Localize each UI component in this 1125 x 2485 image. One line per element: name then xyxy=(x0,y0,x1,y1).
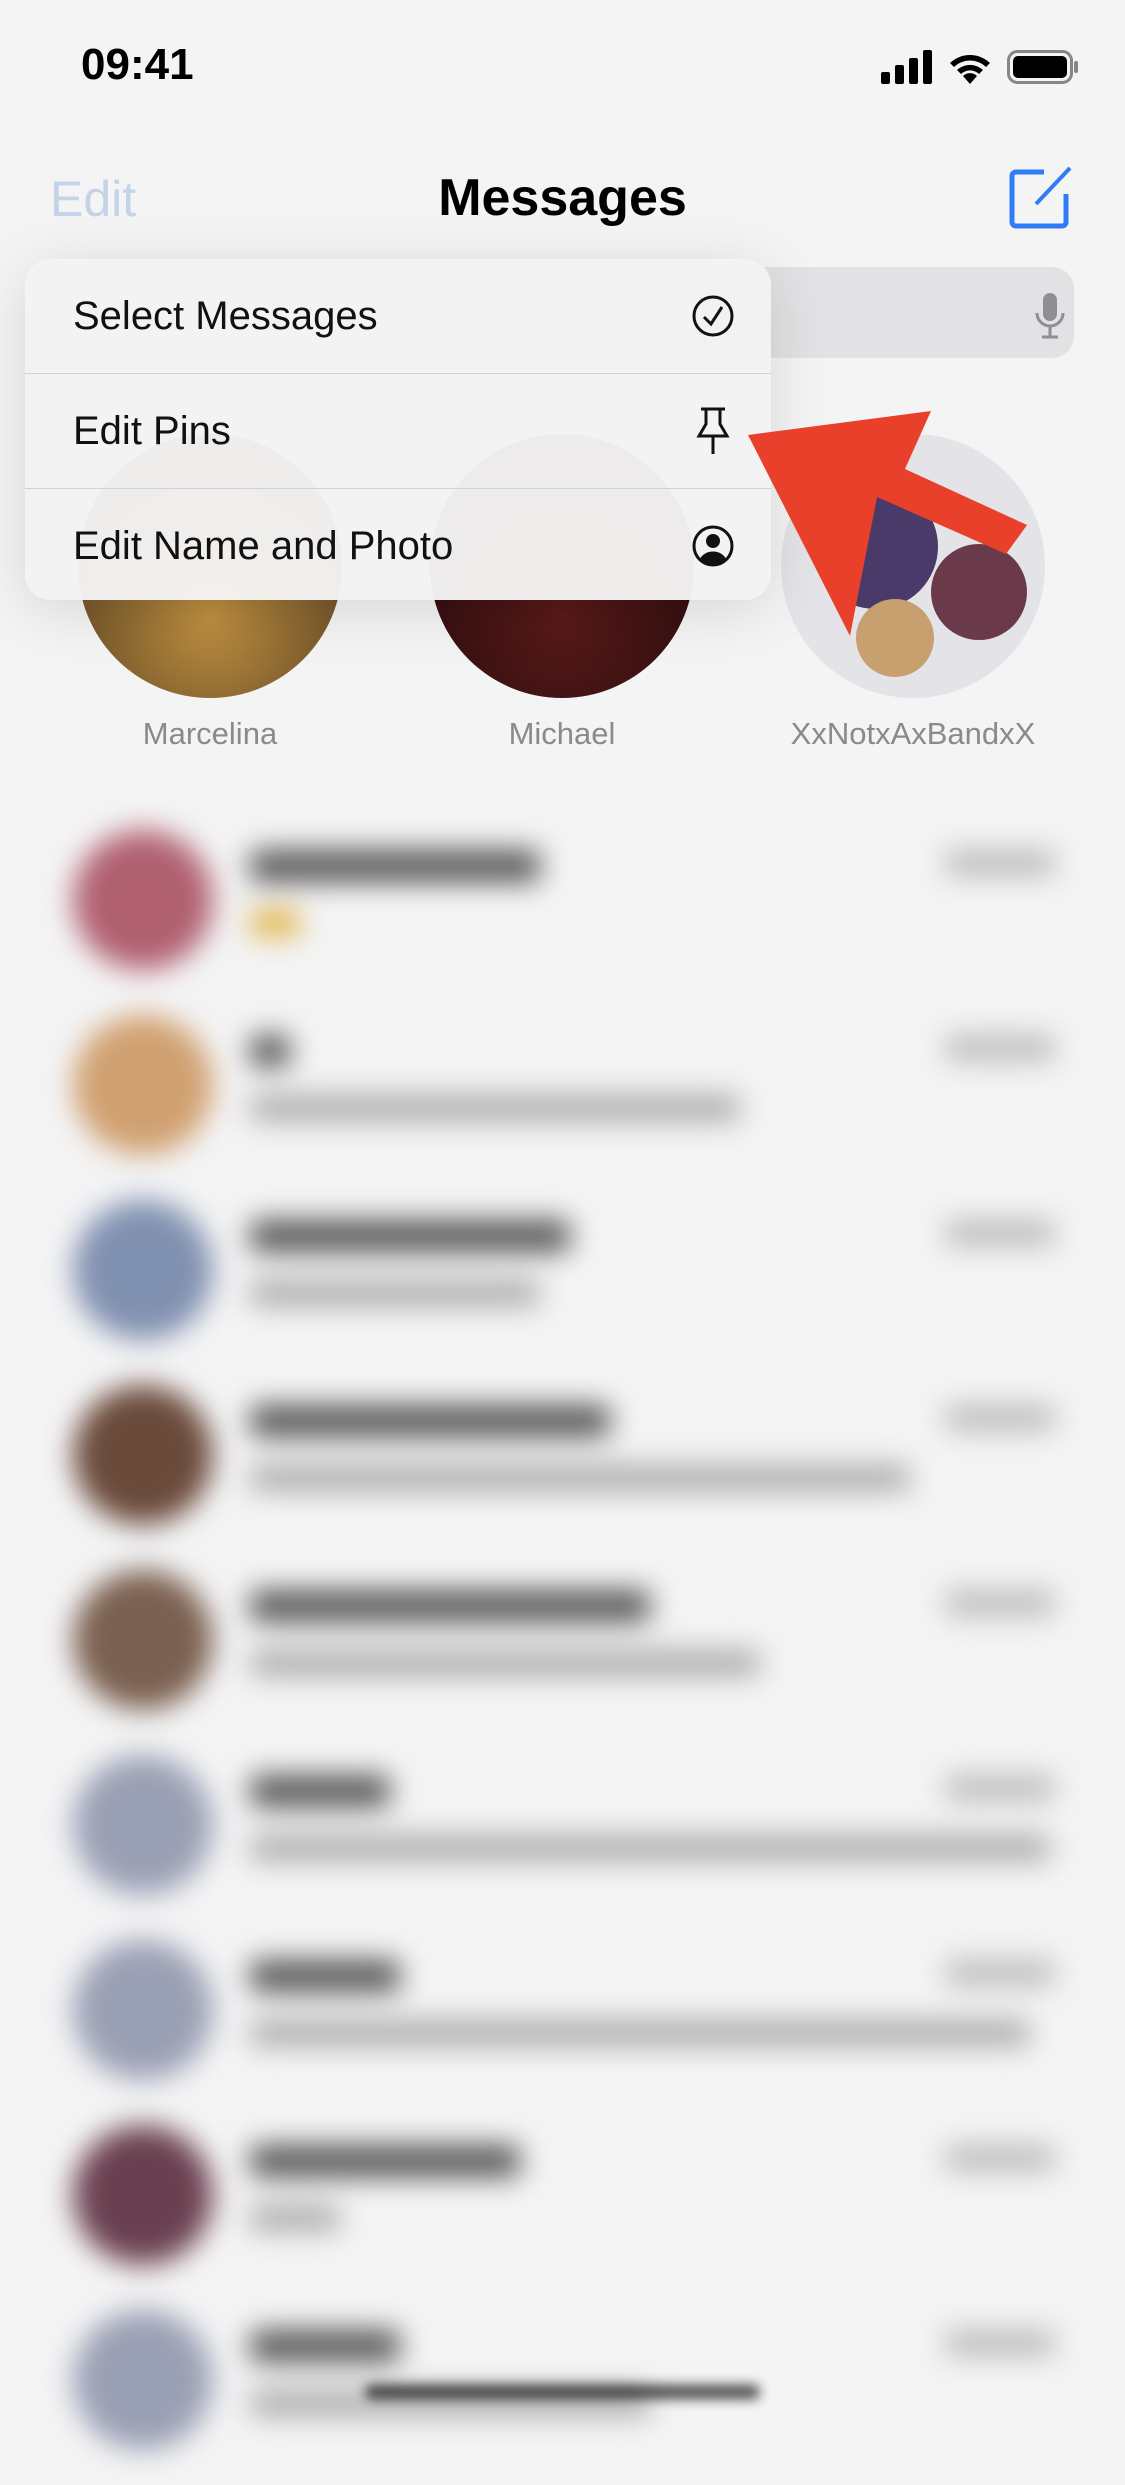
annotation-arrow xyxy=(748,411,1027,636)
red-arrow-icon xyxy=(748,411,1027,636)
home-indicator[interactable] xyxy=(365,2385,760,2399)
